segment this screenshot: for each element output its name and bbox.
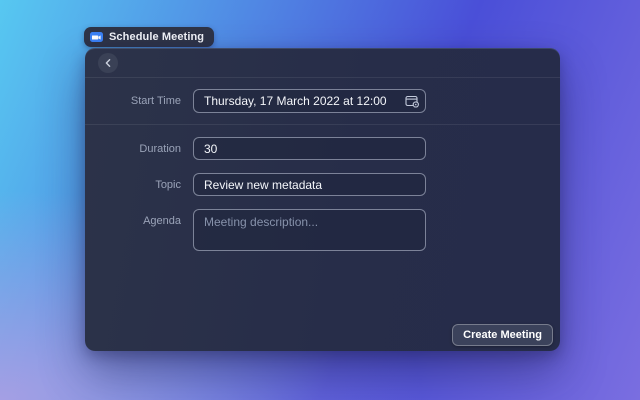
topic-row: Topic	[85, 173, 560, 196]
start-time-section: Start Time	[85, 78, 560, 125]
agenda-label: Agenda	[85, 215, 193, 227]
chevron-left-icon	[105, 59, 111, 67]
calendar-icon[interactable]	[405, 95, 419, 108]
topic-input[interactable]	[193, 173, 426, 196]
duration-label: Duration	[85, 143, 193, 155]
start-time-label: Start Time	[85, 95, 193, 107]
window-title-tag: Schedule Meeting	[84, 27, 214, 47]
start-time-input[interactable]	[193, 89, 426, 113]
topic-label: Topic	[85, 179, 193, 191]
agenda-textarea[interactable]	[193, 209, 426, 251]
duration-row: Duration	[85, 137, 560, 160]
duration-input[interactable]	[193, 137, 426, 160]
start-time-row: Start Time	[85, 89, 560, 113]
dialog-body: Duration Topic Agenda	[85, 125, 560, 251]
dialog-header	[85, 48, 560, 78]
window-title: Schedule Meeting	[109, 31, 204, 43]
back-button[interactable]	[98, 53, 118, 73]
agenda-row: Agenda	[85, 209, 560, 251]
start-time-input-wrap	[193, 89, 426, 113]
desktop-background: Schedule Meeting Start Time	[0, 0, 640, 400]
create-meeting-button[interactable]: Create Meeting	[452, 324, 553, 346]
video-camera-icon	[90, 32, 103, 42]
schedule-meeting-dialog: Start Time Duration	[85, 48, 560, 351]
